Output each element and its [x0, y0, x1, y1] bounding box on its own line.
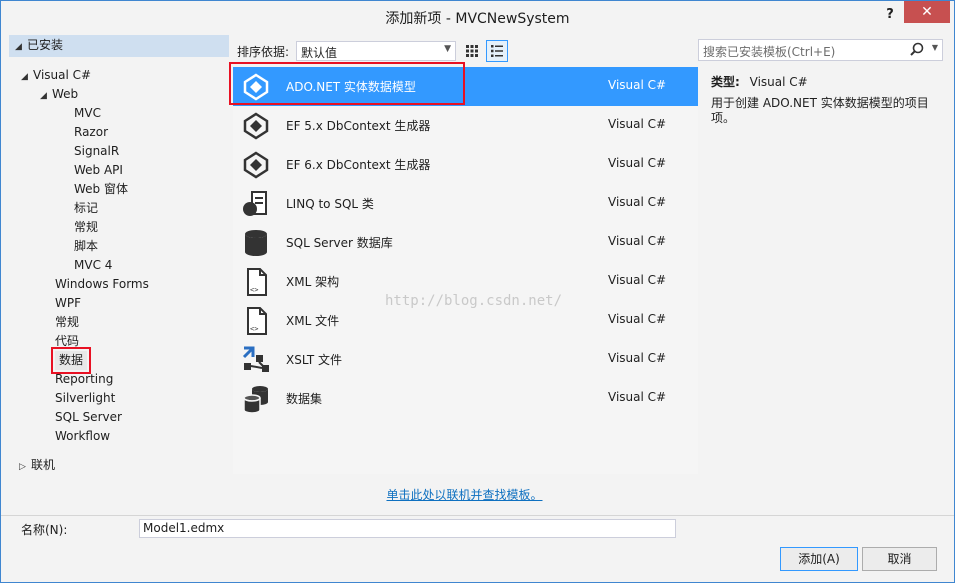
tree-item[interactable]: SQL Server: [55, 408, 122, 427]
xslt-icon: [242, 346, 269, 372]
divider: [1, 515, 954, 516]
template-language: Visual C#: [608, 78, 667, 92]
collapse-triangle-icon[interactable]: ◢: [15, 38, 27, 57]
tree-item[interactable]: WPF: [55, 294, 81, 313]
tree-item[interactable]: Workflow: [55, 427, 110, 446]
detail-type-value: Visual C#: [749, 75, 808, 89]
close-button[interactable]: ✕: [904, 1, 950, 23]
svg-text:<>: <>: [250, 325, 258, 333]
tree-item[interactable]: Razor: [74, 123, 108, 142]
search-box[interactable]: 搜索已安装模板(Ctrl+E) ▼: [698, 39, 943, 61]
template-language: Visual C#: [608, 234, 667, 248]
list-view-button[interactable]: [486, 40, 508, 62]
watermark: http://blog.csdn.net/: [385, 293, 563, 309]
detail-type-label: 类型:: [711, 75, 740, 89]
list-view-icon: [491, 45, 503, 57]
tree-installed-label: 已安装: [27, 38, 64, 52]
template-tree: ◢ 已安装 ◢ Visual C# ◢ Web MVC Razor SignalR W…: [9, 35, 229, 475]
tree-item[interactable]: SignalR: [74, 142, 119, 161]
tree-web-label: Web: [52, 87, 79, 101]
tree-item[interactable]: Silverlight: [55, 389, 115, 408]
expand-triangle-icon[interactable]: ▷: [19, 458, 31, 477]
tree-visual-csharp-label: Visual C#: [33, 68, 92, 82]
online-templates-link[interactable]: 单击此处以联机并查找模板。: [1, 486, 928, 503]
template-name: XML 架构: [286, 275, 340, 289]
detail-type: 类型: Visual C#: [711, 73, 808, 90]
sort-value: 默认值: [301, 46, 338, 60]
tree-item[interactable]: 代码: [55, 332, 79, 351]
tree-item[interactable]: 常规: [55, 313, 79, 332]
ef-generator-icon: [243, 151, 269, 179]
template-name: LINQ to SQL 类: [286, 197, 374, 211]
tree-online-label: 联机: [31, 458, 56, 472]
dropdown-arrow-icon: ▼: [444, 44, 451, 54]
template-item-xslt[interactable]: XSLT 文件 Visual C#: [233, 340, 698, 379]
tree-item[interactable]: Windows Forms: [55, 275, 149, 294]
tree-item[interactable]: Web API: [74, 161, 123, 180]
xml-file-icon: <>: [247, 268, 267, 296]
template-list: ADO.NET 实体数据模型 Visual C# EF 5.x DbContex…: [233, 67, 698, 474]
sort-label: 排序依据:: [237, 45, 290, 59]
template-name: XML 文件: [286, 314, 340, 328]
database-icon: [245, 230, 267, 256]
template-name: 数据集: [286, 392, 323, 406]
template-language: Visual C#: [608, 156, 667, 170]
template-language: Visual C#: [608, 117, 667, 131]
template-name: XSLT 文件: [286, 353, 343, 367]
template-language: Visual C#: [608, 390, 667, 404]
collapse-triangle-icon[interactable]: ◢: [21, 68, 33, 87]
tree-item[interactable]: Reporting: [55, 370, 113, 389]
template-name: EF 6.x DbContext 生成器: [286, 158, 431, 172]
template-item-sql-server[interactable]: SQL Server 数据库 Visual C#: [233, 223, 698, 262]
search-placeholder: 搜索已安装模板(Ctrl+E): [703, 45, 836, 59]
detail-description: 用于创建 ADO.NET 实体数据模型的项目项。: [711, 96, 929, 125]
search-icon[interactable]: [910, 42, 924, 56]
sort-select[interactable]: 默认值 ▼: [296, 41, 456, 61]
name-label: 名称(N):: [21, 523, 68, 537]
tree-online[interactable]: ▷ 联机: [19, 456, 55, 475]
template-item-dataset[interactable]: 数据集 Visual C#: [233, 379, 698, 418]
tree-item[interactable]: 标记: [74, 199, 98, 218]
tree-visual-csharp[interactable]: ◢ Visual C#: [21, 66, 91, 85]
ef-generator-icon: [243, 112, 269, 140]
name-input-value: Model1.edmx: [143, 521, 225, 535]
tree-item-data-selected[interactable]: 数据: [50, 347, 92, 374]
tree-installed[interactable]: ◢ 已安装: [9, 35, 229, 57]
add-new-item-dialog: 添加新项 - MVCNewSystem ? ✕ ◢ 已安装 ◢ Visual C# …: [0, 0, 955, 583]
template-language: Visual C#: [608, 273, 667, 287]
template-language: Visual C#: [608, 312, 667, 326]
tree-item[interactable]: 常规: [74, 218, 98, 237]
add-button[interactable]: 添加(A): [780, 547, 858, 571]
highlight-box: [229, 62, 465, 105]
template-language: Visual C#: [608, 351, 667, 365]
template-name: SQL Server 数据库: [286, 236, 393, 250]
tree-item[interactable]: MVC 4: [74, 256, 112, 275]
search-options-arrow-icon[interactable]: ▼: [932, 43, 938, 52]
window-title: 添加新项 - MVCNewSystem: [385, 11, 570, 27]
tree-item[interactable]: MVC: [74, 104, 101, 123]
dataset-icon: [243, 386, 268, 414]
collapse-triangle-icon[interactable]: ◢: [40, 87, 52, 106]
cancel-button[interactable]: 取消: [862, 547, 937, 571]
name-input[interactable]: Model1.edmx: [139, 519, 676, 538]
linq-icon: [243, 191, 267, 216]
svg-text:<>: <>: [250, 286, 258, 294]
title-bar: 添加新项 - MVCNewSystem ? ✕: [1, 1, 954, 33]
small-icons-view-button[interactable]: [461, 40, 483, 62]
tree-web[interactable]: ◢ Web: [40, 85, 78, 104]
template-language: Visual C#: [608, 195, 667, 209]
tree-item[interactable]: Web 窗体: [74, 180, 128, 199]
help-button[interactable]: ?: [880, 5, 900, 25]
template-item-linq[interactable]: LINQ to SQL 类 Visual C#: [233, 184, 698, 223]
template-item-ef5[interactable]: EF 5.x DbContext 生成器 Visual C#: [233, 106, 698, 145]
xml-file-icon: <>: [247, 307, 267, 335]
template-name: EF 5.x DbContext 生成器: [286, 119, 431, 133]
tree-item[interactable]: 脚本: [74, 237, 98, 256]
template-item-ef6[interactable]: EF 6.x DbContext 生成器 Visual C#: [233, 145, 698, 184]
grid-view-icon: [466, 45, 478, 57]
